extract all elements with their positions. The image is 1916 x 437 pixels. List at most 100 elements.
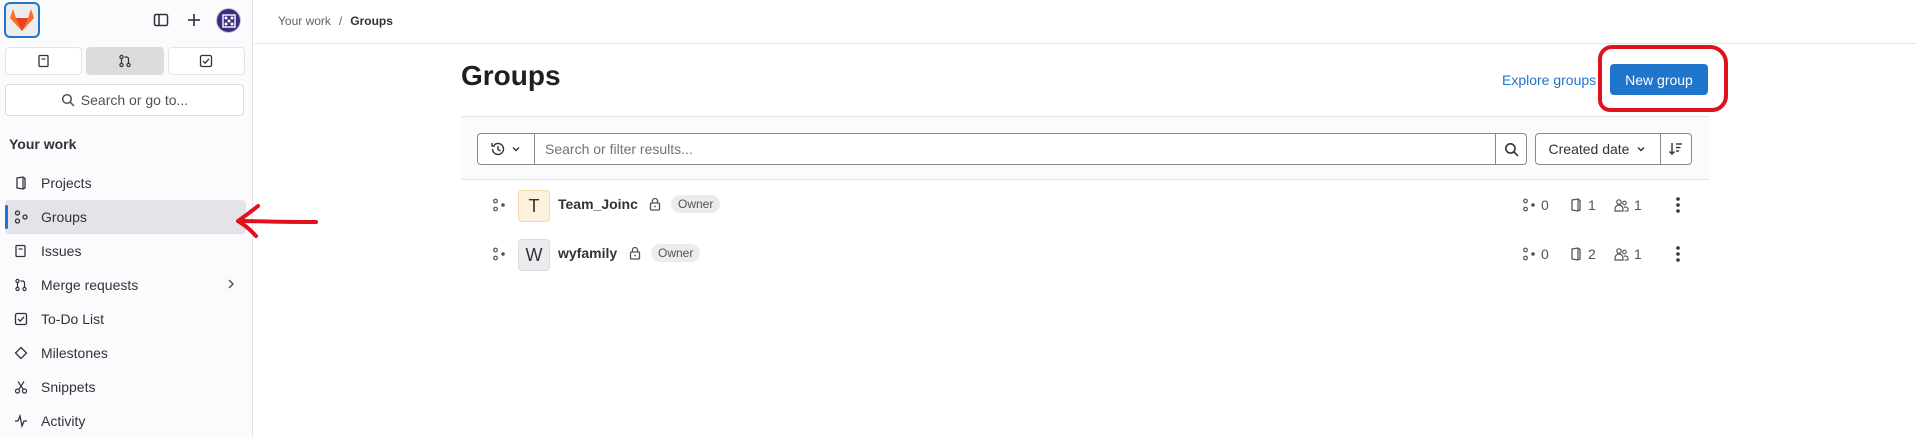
sidebar-item-label: Merge requests <box>41 277 139 293</box>
role-badge: Owner <box>671 195 721 213</box>
role-badge: Owner <box>651 244 701 262</box>
issues-icon <box>13 243 29 259</box>
sidebar-item-label: Groups <box>41 209 87 225</box>
sort-descending-icon <box>1669 143 1682 155</box>
group-row-team-joinc[interactable]: T Team_Joinc Owner 0 1 1 <box>461 181 1709 230</box>
subgroups-count-value: 0 <box>1541 246 1549 262</box>
subgroup-icon <box>1523 247 1535 261</box>
recent-searches-button[interactable] <box>477 133 535 165</box>
subgroup-icon <box>1523 198 1535 212</box>
page-title: Groups <box>461 60 561 91</box>
users-icon <box>1614 248 1629 261</box>
sidebar-item-groups[interactable]: Groups <box>5 200 246 234</box>
breadcrumb-your-work[interactable]: Your work <box>278 14 331 28</box>
lock-icon <box>649 197 661 211</box>
sort-dropdown[interactable]: Created date <box>1535 133 1661 165</box>
sidebar-item-label: Activity <box>41 413 86 429</box>
projects-count: 1 <box>1569 197 1596 213</box>
merge-request-icon <box>13 277 29 293</box>
sidebar-item-label: To-Do List <box>41 311 105 327</box>
sidebar-item-activity[interactable]: Activity <box>5 404 246 437</box>
new-group-button[interactable]: New group <box>1610 64 1708 95</box>
subgroup-icon <box>493 198 505 212</box>
project-icon <box>13 175 29 191</box>
gitlab-logo-button[interactable] <box>4 2 40 38</box>
members-count: 1 <box>1614 197 1642 213</box>
subgroups-count: 0 <box>1522 246 1549 262</box>
sidebar-item-label: Projects <box>41 175 92 191</box>
members-count: 1 <box>1614 246 1642 262</box>
group-actions-button[interactable] <box>1670 244 1686 264</box>
sidebar-header <box>0 0 253 42</box>
sidebar-item-label: Snippets <box>41 379 96 395</box>
subgroups-count-value: 0 <box>1541 197 1549 213</box>
members-count-value: 1 <box>1634 246 1642 262</box>
sidebar-search-label: Search or go to... <box>80 92 189 108</box>
project-icon <box>1571 198 1581 212</box>
milestone-icon <box>13 345 29 361</box>
sidebar-quick-tabs <box>5 47 245 75</box>
history-icon <box>491 142 505 156</box>
chevron-down-icon <box>512 147 520 152</box>
group-icon <box>13 209 29 225</box>
groups-list: T Team_Joinc Owner 0 1 1 W wyfamily Owne… <box>461 181 1709 279</box>
user-avatar[interactable] <box>216 8 241 33</box>
sidebar-item-label: Milestones <box>41 345 108 361</box>
sidebar-item-snippets[interactable]: Snippets <box>5 370 246 404</box>
todo-icon <box>200 54 213 68</box>
sidebar-nav: Projects Groups Issues Merge requests To… <box>5 166 246 437</box>
top-bar: Your work / Groups <box>254 0 1916 44</box>
search-icon <box>61 93 75 107</box>
sidebar-item-label: Issues <box>41 243 82 259</box>
sidebar-item-todo-list[interactable]: To-Do List <box>5 302 246 336</box>
filter-bar: Created date <box>461 116 1709 180</box>
projects-count: 2 <box>1569 246 1596 262</box>
sidebar: Search or go to... Your work Projects Gr… <box>0 0 253 437</box>
chevron-right-icon <box>228 279 234 289</box>
merge-requests-tab[interactable] <box>86 47 164 75</box>
group-avatar[interactable]: T <box>518 190 550 222</box>
search-icon <box>1504 142 1518 156</box>
members-count-value: 1 <box>1634 197 1642 213</box>
todo-icon <box>13 311 29 327</box>
breadcrumb: Your work / Groups <box>278 14 393 28</box>
lock-icon <box>629 246 641 260</box>
filter-search-input[interactable] <box>534 133 1496 165</box>
project-icon <box>1571 247 1581 261</box>
activity-icon <box>13 413 29 429</box>
assigned-issues-tab[interactable] <box>5 47 83 75</box>
sidebar-item-milestones[interactable]: Milestones <box>5 336 246 370</box>
explore-groups-link[interactable]: Explore groups <box>1502 72 1596 88</box>
breadcrumb-current[interactable]: Groups <box>350 14 393 28</box>
group-name-link[interactable]: Team_Joinc <box>558 196 638 212</box>
sidebar-section-title: Your work <box>9 136 77 152</box>
sidebar-item-issues[interactable]: Issues <box>5 234 246 268</box>
sort-direction-button[interactable] <box>1660 133 1692 165</box>
merge-request-icon <box>119 54 131 68</box>
sort-label: Created date <box>1548 141 1630 157</box>
sidebar-toggle-icon[interactable] <box>150 9 172 31</box>
group-row-wyfamily[interactable]: W wyfamily Owner 0 2 1 <box>461 230 1709 279</box>
more-actions-icon <box>1676 246 1680 262</box>
sidebar-search-button[interactable]: Search or go to... <box>5 84 244 116</box>
filter-search-button[interactable] <box>1495 133 1527 165</box>
issues-icon <box>38 54 49 68</box>
create-new-icon[interactable] <box>183 9 205 31</box>
group-name-link[interactable]: wyfamily <box>558 245 617 261</box>
chevron-down-icon <box>1637 147 1645 152</box>
subgroups-count: 0 <box>1522 197 1549 213</box>
todo-tab[interactable] <box>167 47 245 75</box>
sidebar-item-merge-requests[interactable]: Merge requests <box>5 268 246 302</box>
more-actions-icon <box>1676 197 1680 213</box>
users-icon <box>1614 199 1629 212</box>
snippet-icon <box>13 379 29 395</box>
breadcrumb-separator: / <box>338 14 343 28</box>
app-root: Search or go to... Your work Projects Gr… <box>0 0 1916 437</box>
projects-count-value: 2 <box>1588 246 1596 262</box>
subgroup-icon <box>493 247 505 261</box>
projects-count-value: 1 <box>1588 197 1596 213</box>
sidebar-item-projects[interactable]: Projects <box>5 166 246 200</box>
group-actions-button[interactable] <box>1670 195 1686 215</box>
gitlab-logo-icon <box>10 9 34 31</box>
group-avatar[interactable]: W <box>518 239 550 271</box>
